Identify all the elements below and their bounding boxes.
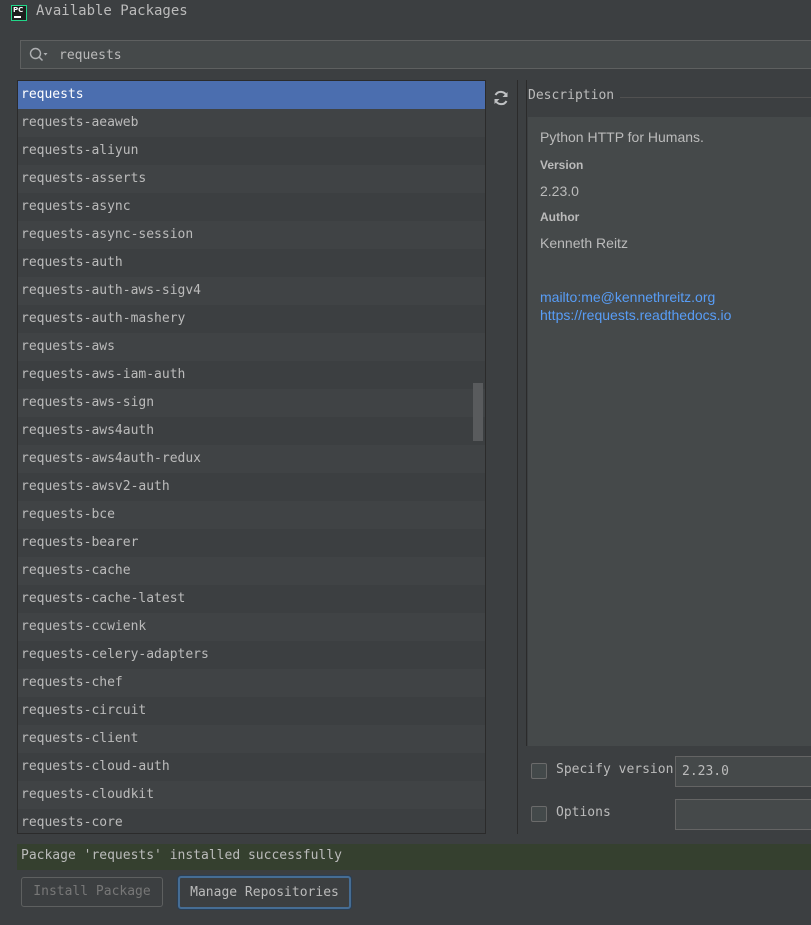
- list-toolbar: [486, 80, 518, 834]
- specify-version-checkbox[interactable]: [531, 763, 547, 779]
- package-list-item[interactable]: requests-async: [18, 193, 485, 221]
- package-list-item[interactable]: requests: [18, 81, 485, 109]
- package-list-item[interactable]: requests-aws4auth-redux: [18, 445, 485, 473]
- package-list-item[interactable]: requests-cloud-auth: [18, 753, 485, 781]
- package-list-item[interactable]: requests-aws: [18, 333, 485, 361]
- package-list-item[interactable]: requests-auth-aws-sigv4: [18, 277, 485, 305]
- package-list-item[interactable]: requests-aliyun: [18, 137, 485, 165]
- options-input[interactable]: [675, 799, 811, 830]
- package-list-item[interactable]: requests-aws4auth: [18, 417, 485, 445]
- pycharm-icon: PC: [11, 5, 27, 21]
- package-list-item[interactable]: requests-aeaweb: [18, 109, 485, 137]
- options-checkbox[interactable]: [531, 806, 547, 822]
- version-label: Version: [540, 158, 584, 172]
- package-list-item[interactable]: requests-celery-adapters: [18, 641, 485, 669]
- package-list-item[interactable]: requests-circuit: [18, 697, 485, 725]
- author-label: Author: [540, 210, 580, 224]
- refresh-icon[interactable]: [491, 88, 511, 108]
- description-body: Python HTTP for Humans. Version 2.23.0 A…: [528, 117, 811, 746]
- description-divider: [607, 97, 811, 98]
- package-list-item[interactable]: requests-aws-iam-auth: [18, 361, 485, 389]
- package-list-item[interactable]: requests-core: [18, 809, 485, 833]
- package-list-item[interactable]: requests-bce: [18, 501, 485, 529]
- search-input[interactable]: [59, 45, 759, 65]
- manage-repositories-button[interactable]: Manage Repositories: [178, 876, 351, 909]
- window-title: Available Packages: [36, 3, 188, 19]
- package-list-item[interactable]: requests-cache: [18, 557, 485, 585]
- description-title: Description: [528, 88, 621, 103]
- package-list-item[interactable]: requests-ccwienk: [18, 613, 485, 641]
- options-label: Options: [556, 805, 611, 820]
- package-list-item[interactable]: requests-asserts: [18, 165, 485, 193]
- package-list-item[interactable]: requests-client: [18, 725, 485, 753]
- title-bar: PC Available Packages: [0, 0, 811, 26]
- author-value: Kenneth Reitz: [540, 235, 628, 251]
- list-scrollbar[interactable]: [473, 383, 483, 441]
- description-panel: Description Python HTTP for Humans. Vers…: [526, 80, 811, 746]
- specify-version-label: Specify version: [556, 762, 674, 777]
- author-email-link[interactable]: mailto:me@kennethreitz.org: [540, 289, 715, 305]
- docs-link[interactable]: https://requests.readthedocs.io: [540, 307, 731, 323]
- package-list-item[interactable]: requests-aws-sign: [18, 389, 485, 417]
- package-list-item[interactable]: requests-cloudkit: [18, 781, 485, 809]
- version-value: 2.23.0: [540, 183, 579, 199]
- package-list[interactable]: requests requests-aeaweb requests-aliyun re…: [17, 80, 486, 834]
- package-list-item[interactable]: requests-auth: [18, 249, 485, 277]
- package-list-item[interactable]: requests-cache-latest: [18, 585, 485, 613]
- status-message: Package 'requests' installed successfull…: [21, 848, 342, 863]
- package-summary: Python HTTP for Humans.: [540, 129, 704, 145]
- install-package-button[interactable]: Install Package: [21, 877, 163, 907]
- version-select[interactable]: [675, 756, 811, 787]
- package-list-item[interactable]: requests-async-session: [18, 221, 485, 249]
- search-icon[interactable]: [29, 47, 49, 63]
- search-box[interactable]: [20, 40, 811, 69]
- package-list-item[interactable]: requests-auth-mashery: [18, 305, 485, 333]
- package-list-item[interactable]: requests-awsv2-auth: [18, 473, 485, 501]
- status-bar: Package 'requests' installed successfull…: [17, 844, 811, 870]
- package-list-item[interactable]: requests-bearer: [18, 529, 485, 557]
- package-list-item[interactable]: requests-chef: [18, 669, 485, 697]
